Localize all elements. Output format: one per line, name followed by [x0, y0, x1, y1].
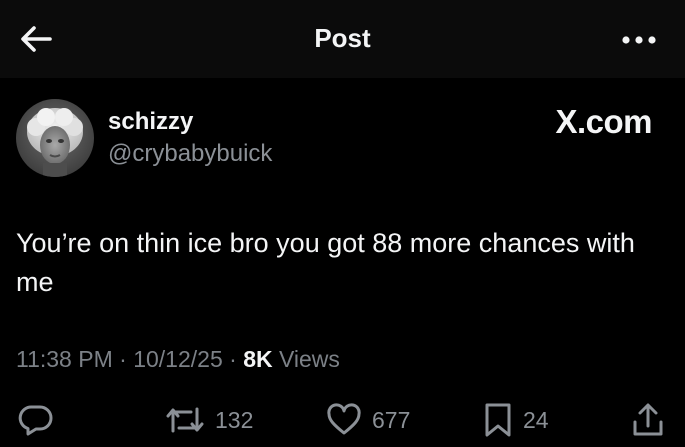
- back-button[interactable]: [18, 24, 54, 54]
- views-count[interactable]: 8K: [243, 346, 272, 372]
- avatar-image: [16, 99, 94, 177]
- post-detail-screen: Post schizzy @crybabybuick X.com You’re …: [0, 0, 685, 447]
- like-count: 677: [372, 406, 411, 433]
- arrow-left-icon: [21, 26, 52, 52]
- post-date: 10/12/25: [133, 346, 223, 372]
- views-label: Views: [278, 346, 340, 372]
- bookmark-icon: [485, 403, 511, 437]
- avatar[interactable]: [16, 99, 94, 177]
- share-button[interactable]: [631, 400, 665, 440]
- like-button[interactable]: 677: [326, 400, 410, 440]
- bookmark-button[interactable]: 24: [483, 400, 549, 440]
- meta-separator: ·: [229, 346, 237, 372]
- share-icon: [633, 403, 663, 436]
- post-meta: 11:38 PM · 10/12/25 · 8K Views: [16, 346, 340, 373]
- author-display-name[interactable]: schizzy: [108, 108, 193, 136]
- bookmark-count: 24: [523, 406, 549, 433]
- author-handle[interactable]: @crybabybuick: [108, 140, 272, 168]
- page-title: Post: [314, 23, 371, 53]
- top-bar: Post: [0, 0, 685, 78]
- post-text: You’re on thin ice bro you got 88 more c…: [16, 228, 635, 297]
- reply-icon: [18, 405, 53, 436]
- post-time: 11:38 PM: [16, 346, 113, 372]
- meta-separator: ·: [119, 346, 127, 372]
- repost-icon: [166, 407, 204, 433]
- repost-button[interactable]: 132: [165, 400, 253, 440]
- reply-button[interactable]: [18, 400, 54, 440]
- repost-count: 132: [215, 406, 254, 433]
- x-com-watermark: X.com: [555, 103, 652, 140]
- heart-icon: [327, 403, 361, 435]
- more-options-button[interactable]: [621, 30, 657, 50]
- more-dots-icon: [622, 36, 656, 44]
